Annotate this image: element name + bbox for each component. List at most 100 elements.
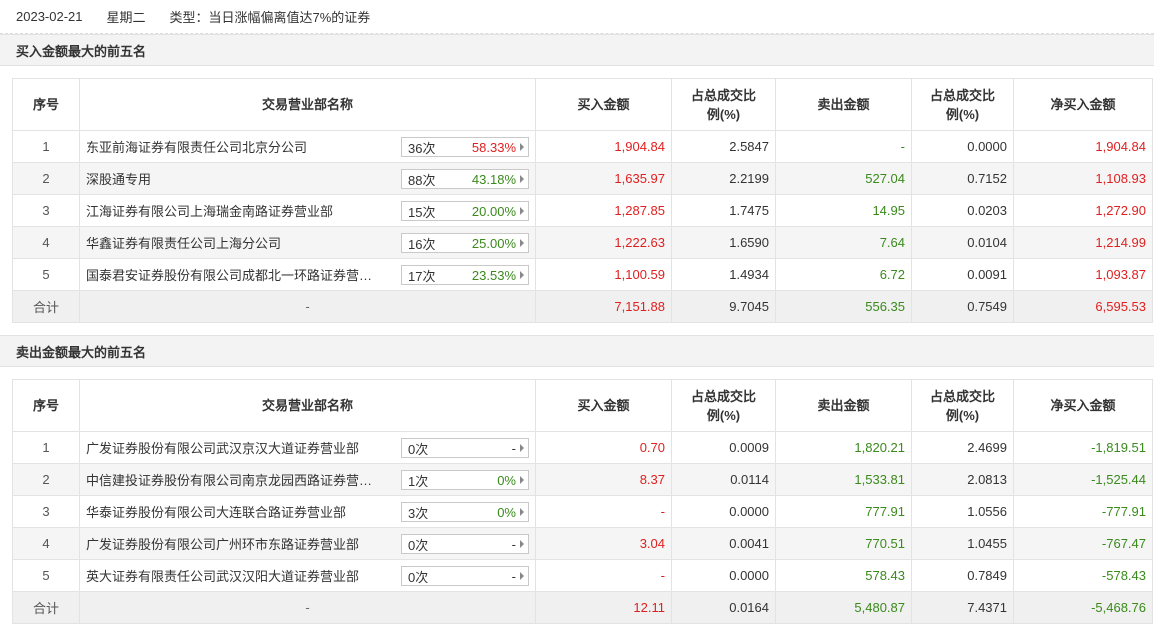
- chevron-right-icon: [520, 271, 524, 279]
- sell-ratio: 0.0000: [911, 130, 1014, 163]
- row-index: 4: [12, 226, 80, 259]
- net-buy-amount: -1,525.44: [1013, 463, 1153, 496]
- trade-date: 2023-02-21: [16, 9, 83, 24]
- branch-name-link[interactable]: 国泰君安证券股份有限公司成都北一环路证券营…: [86, 265, 394, 284]
- branch-name-link[interactable]: 深股通专用: [86, 169, 394, 188]
- sell-amount: 14.95: [775, 194, 912, 227]
- win-rate: 43.18%: [471, 171, 516, 187]
- trade-count: 0次: [408, 537, 429, 553]
- buy-section-title: 买入金额最大的前五名: [0, 34, 1154, 66]
- chevron-right-icon: [520, 508, 524, 516]
- net-buy-amount: 1,214.99: [1013, 226, 1153, 259]
- buy-amount: 1,904.84: [535, 130, 672, 163]
- total-net-buy: -5,468.76: [1013, 591, 1153, 624]
- chevron-right-icon: [520, 239, 524, 247]
- trade-count-badge[interactable]: 1次 0%: [401, 470, 529, 490]
- total-sell-ratio: 0.7549: [911, 290, 1014, 323]
- table-header-row: 序号 交易营业部名称 买入金额 占总成交比 例(%) 卖出金额 占总成交比 例(%)…: [12, 78, 1153, 131]
- net-buy-amount: -578.43: [1013, 559, 1153, 592]
- buy-ratio: 1.6590: [671, 226, 776, 259]
- trade-count-badge[interactable]: 17次 23.53%: [401, 265, 529, 285]
- net-buy-amount: -777.91: [1013, 495, 1153, 528]
- row-index: 5: [12, 258, 80, 291]
- net-buy-amount: 1,093.87: [1013, 258, 1153, 291]
- col-sell-ratio: 占总成交比 例(%): [911, 78, 1014, 131]
- trade-count: 15次: [408, 204, 436, 220]
- col-branch-name: 交易营业部名称: [79, 379, 536, 432]
- buy-ratio: 0.0000: [671, 495, 776, 528]
- sell-amount: 527.04: [775, 162, 912, 195]
- net-buy-amount: -767.47: [1013, 527, 1153, 560]
- branch-cell: 华鑫证券有限责任公司上海分公司 16次 25.00%: [79, 226, 536, 259]
- buy-amount: 1,635.97: [535, 162, 672, 195]
- trade-count: 17次: [408, 268, 436, 284]
- table-header-row: 序号 交易营业部名称 买入金额 占总成交比 例(%) 卖出金额 占总成交比 例(%)…: [12, 379, 1153, 432]
- branch-name-link[interactable]: 广发证券股份有限公司广州环市东路证券营业部: [86, 534, 394, 553]
- table-row: 5 国泰君安证券股份有限公司成都北一环路证券营… 17次 23.53% 1,100.59…: [12, 258, 1153, 291]
- branch-cell: 华泰证券股份有限公司大连联合路证券营业部 3次 0%: [79, 495, 536, 528]
- sell-ratio: 0.0104: [911, 226, 1014, 259]
- win-rate: 23.53%: [471, 267, 516, 283]
- sell-top5-table: 序号 交易营业部名称 买入金额 占总成交比 例(%) 卖出金额 占总成交比 例(%)…: [12, 379, 1153, 624]
- win-rate: 0%: [497, 504, 516, 520]
- branch-name-link[interactable]: 英大证券有限责任公司武汉汉阳大道证券营业部: [86, 566, 394, 585]
- win-rate: -: [511, 568, 516, 584]
- col-net-buy: 净买入金额: [1013, 78, 1153, 131]
- branch-cell: 深股通专用 88次 43.18%: [79, 162, 536, 195]
- trade-count: 1次: [408, 473, 429, 489]
- win-rate: 25.00%: [471, 235, 516, 251]
- trade-count-badge[interactable]: 0次 -: [401, 438, 529, 458]
- total-buy-ratio: 9.7045: [671, 290, 776, 323]
- buy-ratio: 0.0114: [671, 463, 776, 496]
- chevron-right-icon: [520, 444, 524, 452]
- trade-count: 88次: [408, 172, 436, 188]
- buy-ratio: 0.0009: [671, 431, 776, 464]
- branch-cell: 英大证券有限责任公司武汉汉阳大道证券营业部 0次 -: [79, 559, 536, 592]
- branch-name-link[interactable]: 东亚前海证券有限责任公司北京分公司: [86, 137, 394, 156]
- trade-count-badge[interactable]: 16次 25.00%: [401, 233, 529, 253]
- col-index: 序号: [12, 379, 80, 432]
- trade-count-badge[interactable]: 36次 58.33%: [401, 137, 529, 157]
- total-branch: -: [79, 290, 536, 323]
- sell-amount: -: [775, 130, 912, 163]
- row-index: 5: [12, 559, 80, 592]
- row-index: 1: [12, 431, 80, 464]
- trade-count: 16次: [408, 236, 436, 252]
- total-buy-ratio: 0.0164: [671, 591, 776, 624]
- trade-count-badge[interactable]: 3次 0%: [401, 502, 529, 522]
- buy-amount: -: [535, 495, 672, 528]
- sell-section-title: 卖出金额最大的前五名: [0, 335, 1154, 367]
- branch-name-link[interactable]: 中信建投证券股份有限公司南京龙园西路证券营…: [86, 470, 394, 489]
- col-sell-amount: 卖出金额: [775, 78, 912, 131]
- buy-ratio: 2.2199: [671, 162, 776, 195]
- trade-count: 0次: [408, 441, 429, 457]
- total-sell-amount: 556.35: [775, 290, 912, 323]
- net-buy-amount: 1,108.93: [1013, 162, 1153, 195]
- col-buy-amount: 买入金额: [535, 379, 672, 432]
- sell-amount: 777.91: [775, 495, 912, 528]
- branch-cell: 江海证券有限公司上海瑞金南路证券营业部 15次 20.00%: [79, 194, 536, 227]
- branch-name-link[interactable]: 江海证券有限公司上海瑞金南路证券营业部: [86, 201, 394, 220]
- branch-name-link[interactable]: 广发证券股份有限公司武汉京汉大道证券营业部: [86, 438, 394, 457]
- buy-amount: 1,287.85: [535, 194, 672, 227]
- trade-count: 3次: [408, 505, 429, 521]
- sell-ratio: 1.0455: [911, 527, 1014, 560]
- chevron-right-icon: [520, 572, 524, 580]
- trade-count-badge[interactable]: 0次 -: [401, 534, 529, 554]
- chevron-right-icon: [520, 207, 524, 215]
- branch-name-link[interactable]: 华泰证券股份有限公司大连联合路证券营业部: [86, 502, 394, 521]
- branch-name-link[interactable]: 华鑫证券有限责任公司上海分公司: [86, 233, 394, 252]
- col-index: 序号: [12, 78, 80, 131]
- table-row: 1 东亚前海证券有限责任公司北京分公司 36次 58.33% 1,904.84 2.584…: [12, 130, 1153, 163]
- trade-count-badge[interactable]: 0次 -: [401, 566, 529, 586]
- trade-count-badge[interactable]: 15次 20.00%: [401, 201, 529, 221]
- chevron-right-icon: [520, 540, 524, 548]
- trade-count-badge[interactable]: 88次 43.18%: [401, 169, 529, 189]
- sell-amount: 1,533.81: [775, 463, 912, 496]
- table-row: 5 英大证券有限责任公司武汉汉阳大道证券营业部 0次 - -0.0000 578.43 0.…: [12, 559, 1153, 592]
- chevron-right-icon: [520, 476, 524, 484]
- total-sell-amount: 5,480.87: [775, 591, 912, 624]
- buy-ratio: 2.5847: [671, 130, 776, 163]
- trade-count: 36次: [408, 140, 436, 156]
- sell-amount: 770.51: [775, 527, 912, 560]
